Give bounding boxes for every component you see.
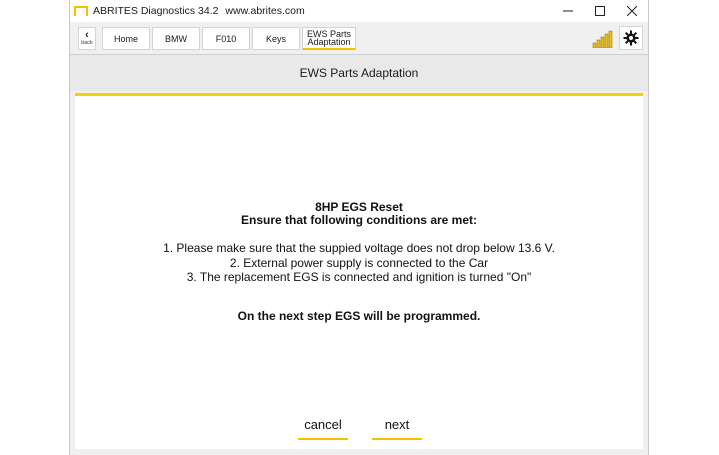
breadcrumb-home[interactable]: Home: [102, 27, 150, 50]
breadcrumb-label: Home: [113, 33, 138, 44]
dialog-panel: 8HP EGS Reset Ensure that following cond…: [75, 93, 643, 449]
cancel-label: cancel: [304, 416, 342, 432]
breadcrumb-label: EWS Parts Adaptation: [306, 29, 351, 47]
dialog-subtitle: Ensure that following conditions are met…: [240, 213, 477, 227]
condition-item: 1. Please make sure that the suppied vol…: [163, 241, 555, 255]
app-url: www.abrites.com: [225, 5, 305, 17]
abrites-logo-icon: [74, 6, 88, 16]
dialog-title: 8HP EGS Reset: [315, 200, 403, 214]
next-button[interactable]: next: [372, 410, 422, 440]
page-header: EWS Parts Adaptation: [70, 55, 648, 91]
close-icon: [627, 6, 637, 16]
maximize-button[interactable]: [584, 0, 616, 22]
breadcrumb-label: BMW: [165, 33, 187, 44]
close-button[interactable]: [616, 0, 648, 22]
breadcrumb-ews-parts-adaptation[interactable]: EWS Parts Adaptation: [302, 27, 356, 50]
settings-button[interactable]: [619, 26, 643, 50]
signal-bars-icon: [592, 30, 613, 48]
title-bar: ABRITES Diagnostics 34.2 www.abrites.com: [70, 0, 648, 22]
app-window: ABRITES Diagnostics 34.2 www.abrites.com…: [69, 0, 649, 455]
maximize-icon: [595, 6, 605, 16]
minimize-button[interactable]: [552, 0, 584, 22]
chevron-left-icon: ‹: [85, 28, 89, 41]
condition-item: 2. External power supply is connected to…: [229, 256, 489, 270]
back-label: back: [81, 39, 93, 46]
window-controls: [552, 0, 648, 22]
minimize-icon: [563, 10, 573, 12]
app-name: ABRITES Diagnostics 34.2: [93, 5, 219, 17]
condition-item: 3. The replacement EGS is connected and …: [186, 270, 532, 284]
breadcrumb-label: F010: [215, 33, 237, 44]
breadcrumb-label: Keys: [265, 33, 286, 44]
breadcrumb-f010[interactable]: F010: [202, 27, 250, 50]
dialog-footer-note: On the next step EGS will be programmed.: [237, 309, 481, 323]
gear-icon: [623, 30, 639, 46]
next-label: next: [384, 416, 410, 432]
back-button[interactable]: ‹ back: [78, 27, 96, 50]
breadcrumb-keys[interactable]: Keys: [252, 27, 300, 50]
cancel-button[interactable]: cancel: [298, 410, 348, 440]
page-title: EWS Parts Adaptation: [299, 66, 419, 80]
breadcrumb-bmw[interactable]: BMW: [152, 27, 200, 50]
window-title: ABRITES Diagnostics 34.2 www.abrites.com: [93, 5, 305, 17]
toolbar: ‹ back Home BMW F010 Keys EWS Parts Adap…: [70, 22, 648, 55]
